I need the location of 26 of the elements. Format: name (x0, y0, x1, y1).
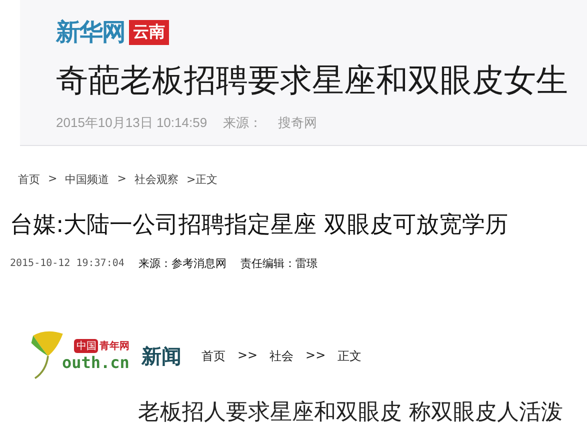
meta-text: 2015年10月13日 10:14:59 (56, 114, 208, 132)
site-logo: 新华网 (56, 17, 125, 48)
region-badge: 云南 (129, 20, 169, 44)
breadcrumb-separator: > (117, 172, 126, 187)
breadcrumb-link[interactable]: 正文 (338, 348, 362, 364)
meta-text: 来源：参考消息网 (138, 256, 226, 271)
breadcrumb-separator: > (48, 172, 58, 187)
headline: 台媒:大陆一公司招聘指定星座 双眼皮可放宽学历 (10, 211, 510, 240)
meta-text: 搜奇网 (278, 114, 318, 132)
breadcrumb-separator: >> (237, 348, 258, 364)
logo-text: outh.cn (62, 353, 130, 372)
breadcrumb-link[interactable]: 首页 (18, 172, 40, 187)
breadcrumb-link[interactable]: 社会 (270, 348, 294, 364)
section-title: 新闻 (141, 342, 182, 370)
headline: 奇葩老板招聘要求星座和双眼皮女生 (56, 60, 569, 101)
logo-badge: 中国 (74, 339, 98, 353)
breadcrumb-link[interactable]: 中国频道 (65, 172, 110, 187)
meta-text: 责任编辑：雷璟 (240, 256, 318, 271)
logo-text: 青年网 (99, 340, 130, 353)
breadcrumb-separator: >> (306, 348, 326, 364)
headline: 老板招人要求星座和双眼皮 称双眼皮人活泼 (138, 399, 564, 427)
date-text: 2015-10-12 19:37:04 (10, 258, 124, 269)
breadcrumb-link[interactable]: 首页 (201, 348, 226, 364)
meta-text: 来源： (223, 114, 262, 132)
breadcrumb-link[interactable]: 社会观察 (134, 172, 178, 187)
breadcrumb-separator: >正文 (186, 172, 218, 187)
